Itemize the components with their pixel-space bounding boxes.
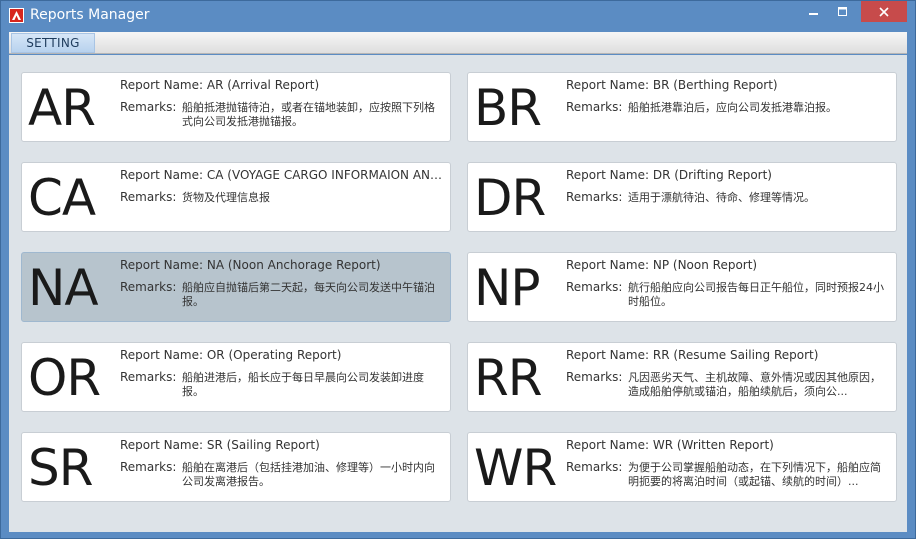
- report-name-prefix: Report Name:: [120, 348, 207, 362]
- report-name-line: Report Name: AR (Arrival Report): [120, 78, 444, 92]
- report-remarks: 凡因恶劣天气、主机故障、意外情况或因其他原因，造成船舶停航或锚泊，船舶续航后，须…: [628, 371, 881, 398]
- maximize-icon: [837, 6, 847, 16]
- remarks-label: Remarks:: [120, 370, 177, 384]
- report-remarks: 船舶抵港抛锚待泊，或者在锚地装卸，应按照下列格式向公司发抵港抛锚报。: [182, 101, 435, 128]
- remarks-label: Remarks:: [566, 460, 623, 474]
- report-name-prefix: Report Name:: [566, 168, 653, 182]
- report-name-prefix: Report Name:: [120, 168, 207, 182]
- report-name: RR (Resume Sailing Report): [652, 348, 819, 362]
- report-code: NA: [28, 259, 99, 317]
- report-name: CA (VOYAGE CARGO INFORMAION AND ...: [206, 168, 444, 182]
- report-name-prefix: Report Name:: [120, 78, 207, 92]
- report-name: WR (Written Report): [652, 438, 774, 452]
- report-card-wr[interactable]: WR Report Name: WR (Written Report) Rema…: [467, 432, 897, 502]
- report-card-or[interactable]: OR Report Name: OR (Operating Report) Re…: [21, 342, 451, 412]
- report-card-dr[interactable]: DR Report Name: DR (Drifting Report) Rem…: [467, 162, 897, 232]
- report-card-np[interactable]: NP Report Name: NP (Noon Report) Remarks…: [467, 252, 897, 322]
- remarks-label: Remarks:: [120, 280, 177, 294]
- minimize-icon: [808, 12, 818, 15]
- report-name: DR (Drifting Report): [652, 168, 772, 182]
- report-code: AR: [28, 79, 96, 137]
- report-code: BR: [474, 79, 542, 137]
- close-button[interactable]: [861, 1, 907, 22]
- report-name: SR (Sailing Report): [206, 438, 320, 452]
- report-remarks: 为便于公司掌握船舶动态，在下列情况下，船舶应简明扼要的将离泊时间（或起锚、续航的…: [628, 461, 881, 488]
- remarks-label: Remarks:: [566, 370, 623, 384]
- report-card-ar[interactable]: AR Report Name: AR (Arrival Report) Rema…: [21, 72, 451, 142]
- report-name-line: Report Name: RR (Resume Sailing Report): [566, 348, 890, 362]
- report-name-line: Report Name: NP (Noon Report): [566, 258, 890, 272]
- menu-bar: SETTING: [9, 32, 907, 54]
- report-card-br[interactable]: BR Report Name: BR (Berthing Report) Rem…: [467, 72, 897, 142]
- close-icon: [879, 6, 889, 17]
- report-name-prefix: Report Name:: [120, 258, 207, 272]
- report-remarks: 适用于漂航待泊、待命、修理等情况。: [628, 191, 815, 204]
- report-remarks: 船舶进港后，船长应于每日早晨向公司发装卸进度报。: [182, 371, 424, 398]
- report-name-line: Report Name: OR (Operating Report): [120, 348, 444, 362]
- report-code: DR: [474, 169, 546, 227]
- report-name: NP (Noon Report): [652, 258, 758, 272]
- report-code: WR: [474, 439, 557, 497]
- report-name-prefix: Report Name:: [566, 258, 653, 272]
- app-logo-icon: [9, 8, 24, 23]
- report-name: AR (Arrival Report): [206, 78, 320, 92]
- report-card-rr[interactable]: RR Report Name: RR (Resume Sailing Repor…: [467, 342, 897, 412]
- remarks-label: Remarks:: [566, 100, 623, 114]
- remarks-label: Remarks:: [566, 190, 623, 204]
- report-card-ca[interactable]: CA Report Name: CA (VOYAGE CARGO INFORMA…: [21, 162, 451, 232]
- report-remarks: 航行船舶应向公司报告每日正午船位，同时预报24小时船位。: [628, 281, 884, 308]
- report-name-line: Report Name: NA (Noon Anchorage Report): [120, 258, 444, 272]
- report-list-panel: AR Report Name: AR (Arrival Report) Rema…: [9, 55, 907, 532]
- title-bar[interactable]: Reports Manager: [1, 1, 915, 32]
- report-code: OR: [28, 349, 101, 407]
- report-card-sr[interactable]: SR Report Name: SR (Sailing Report) Rema…: [21, 432, 451, 502]
- minimize-button[interactable]: [800, 1, 827, 22]
- setting-menu-item[interactable]: SETTING: [11, 33, 95, 53]
- reports-manager-window: Reports Manager SETTING AR Report Name: …: [0, 0, 916, 539]
- remarks-label: Remarks:: [120, 100, 177, 114]
- report-name: NA (Noon Anchorage Report): [206, 258, 381, 272]
- report-remarks: 船舶抵港靠泊后，应向公司发抵港靠泊报。: [628, 101, 837, 114]
- remarks-label: Remarks:: [120, 190, 177, 204]
- report-code: CA: [28, 169, 96, 227]
- window-title: Reports Manager: [30, 7, 150, 23]
- report-remarks: 货物及代理信息报: [182, 191, 270, 204]
- report-name-line: Report Name: BR (Berthing Report): [566, 78, 890, 92]
- maximize-button[interactable]: [829, 1, 856, 22]
- report-remarks: 船舶在离港后（包括挂港加油、修理等）一小时内向公司发离港报告。: [182, 461, 435, 488]
- report-name-line: Report Name: DR (Drifting Report): [566, 168, 890, 182]
- report-name-line: Report Name: CA (VOYAGE CARGO INFORMAION…: [120, 168, 444, 182]
- remarks-label: Remarks:: [566, 280, 623, 294]
- report-name-prefix: Report Name:: [566, 78, 653, 92]
- report-name-prefix: Report Name:: [120, 438, 207, 452]
- report-code: SR: [28, 439, 93, 497]
- report-name-line: Report Name: WR (Written Report): [566, 438, 890, 452]
- report-name-prefix: Report Name:: [566, 438, 653, 452]
- remarks-label: Remarks:: [120, 460, 177, 474]
- report-code: RR: [474, 349, 542, 407]
- report-card-na[interactable]: NA Report Name: NA (Noon Anchorage Repor…: [21, 252, 451, 322]
- report-remarks: 船舶应自抛锚后第二天起，每天向公司发送中午锚泊报。: [182, 281, 435, 308]
- report-code: NP: [474, 259, 541, 317]
- report-name-prefix: Report Name:: [566, 348, 653, 362]
- report-name: OR (Operating Report): [206, 348, 342, 362]
- report-name: BR (Berthing Report): [652, 78, 778, 92]
- report-name-line: Report Name: SR (Sailing Report): [120, 438, 444, 452]
